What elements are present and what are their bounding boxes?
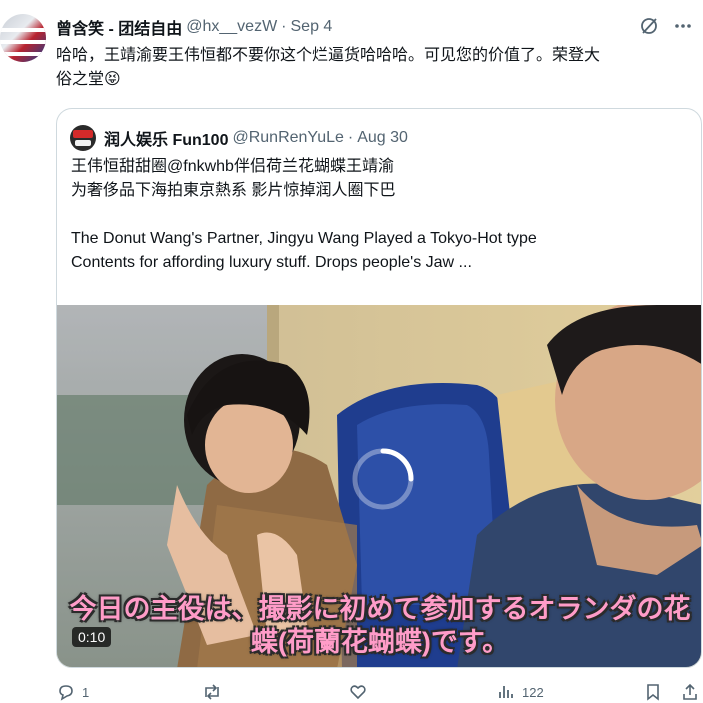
views-count: 122 <box>522 684 544 700</box>
video-subtitle-line: 今日の主役は、撮影に初めて参加するオランダの花 <box>69 594 691 624</box>
repost-button[interactable] <box>201 682 223 702</box>
quoted-tweet-header: 润人娱乐 Fun100 @RunRenYuLe · Aug 30 <box>70 125 408 151</box>
author-avatar[interactable] <box>0 14 46 62</box>
quoted-text-line: 为奢侈品下海拍東京熱系 影片惊掉润人圈下巴 <box>71 182 396 199</box>
like-button[interactable] <box>348 682 368 702</box>
views-button[interactable]: 122 <box>496 682 544 702</box>
author-name[interactable]: 曾含笑 - 团结自由 <box>56 15 182 39</box>
quoted-author-avatar <box>70 125 96 151</box>
bookmark-button[interactable] <box>644 682 662 702</box>
tweet-date[interactable]: Sep 4 <box>291 18 333 36</box>
tweet-text-line: 俗之堂😝 <box>56 71 121 88</box>
repost-icon <box>205 684 219 700</box>
tweet-text-line: 哈哈，王靖渝要王伟恒都不要你这个烂逼货哈哈哈。可见您的价值了。荣登大 <box>56 47 601 64</box>
share-icon <box>683 683 697 700</box>
heart-icon <box>350 685 366 700</box>
video-subtitle: 今日の主役は、撮影に初めて参加するオランダの花 蝶(荷蘭花蝴蝶)です。 <box>65 593 695 659</box>
tweet-header: 曾含笑 - 团结自由 @hx__vezW · Sep 4 <box>56 16 332 38</box>
share-button[interactable] <box>680 682 700 702</box>
views-chart-icon <box>499 686 513 698</box>
reply-count: 1 <box>82 684 90 700</box>
separator-dot: · <box>281 18 287 35</box>
grok-icon[interactable] <box>639 16 659 36</box>
reply-button[interactable]: 1 <box>56 682 89 702</box>
tweet-action-bar: 1 122 <box>56 682 702 703</box>
bookmark-icon <box>647 684 659 701</box>
more-options-icon[interactable] <box>673 16 693 36</box>
tweet-text: 哈哈，王靖渝要王伟恒都不要你这个烂逼货哈哈哈。可见您的价值了。荣登大 俗之堂😝 <box>56 44 696 92</box>
quoted-author-handle: @RunRenYuLe <box>232 129 344 146</box>
quoted-tweet-text: 王伟恒甜甜圈@fnkwhb伴侣荷兰花蝴蝶王靖渝 为奢侈品下海拍東京熱系 影片惊掉… <box>71 155 691 275</box>
quoted-text-line: 王伟恒甜甜圈@fnkwhb伴侣荷兰花蝴蝶王靖渝 <box>71 158 394 175</box>
quoted-text-line: The Donut Wang's Partner, Jingyu Wang Pl… <box>71 230 537 247</box>
reply-icon <box>59 685 73 701</box>
video-subtitle-line: 蝶(荷蘭花蝴蝶)です。 <box>250 627 510 657</box>
video-duration-badge: 0:10 <box>72 627 112 647</box>
quoted-text-line: Contents for affording luxury stuff. Dro… <box>71 254 472 271</box>
loading-spinner-icon <box>352 448 414 510</box>
tweet-top-actions <box>639 16 693 36</box>
quoted-author-name: 润人娱乐 Fun100 <box>104 132 229 149</box>
quoted-tweet-card[interactable]: 润人娱乐 Fun100 @RunRenYuLe · Aug 30 王伟恒甜甜圈@… <box>56 108 702 668</box>
separator-dot: · <box>347 129 354 146</box>
video-player[interactable]: 今日の主役は、撮影に初めて参加するオランダの花 蝶(荷蘭花蝴蝶)です。 0:10 <box>57 305 701 667</box>
author-handle[interactable]: @hx__vezW <box>186 18 277 36</box>
quoted-tweet-date: Aug 30 <box>357 129 408 146</box>
